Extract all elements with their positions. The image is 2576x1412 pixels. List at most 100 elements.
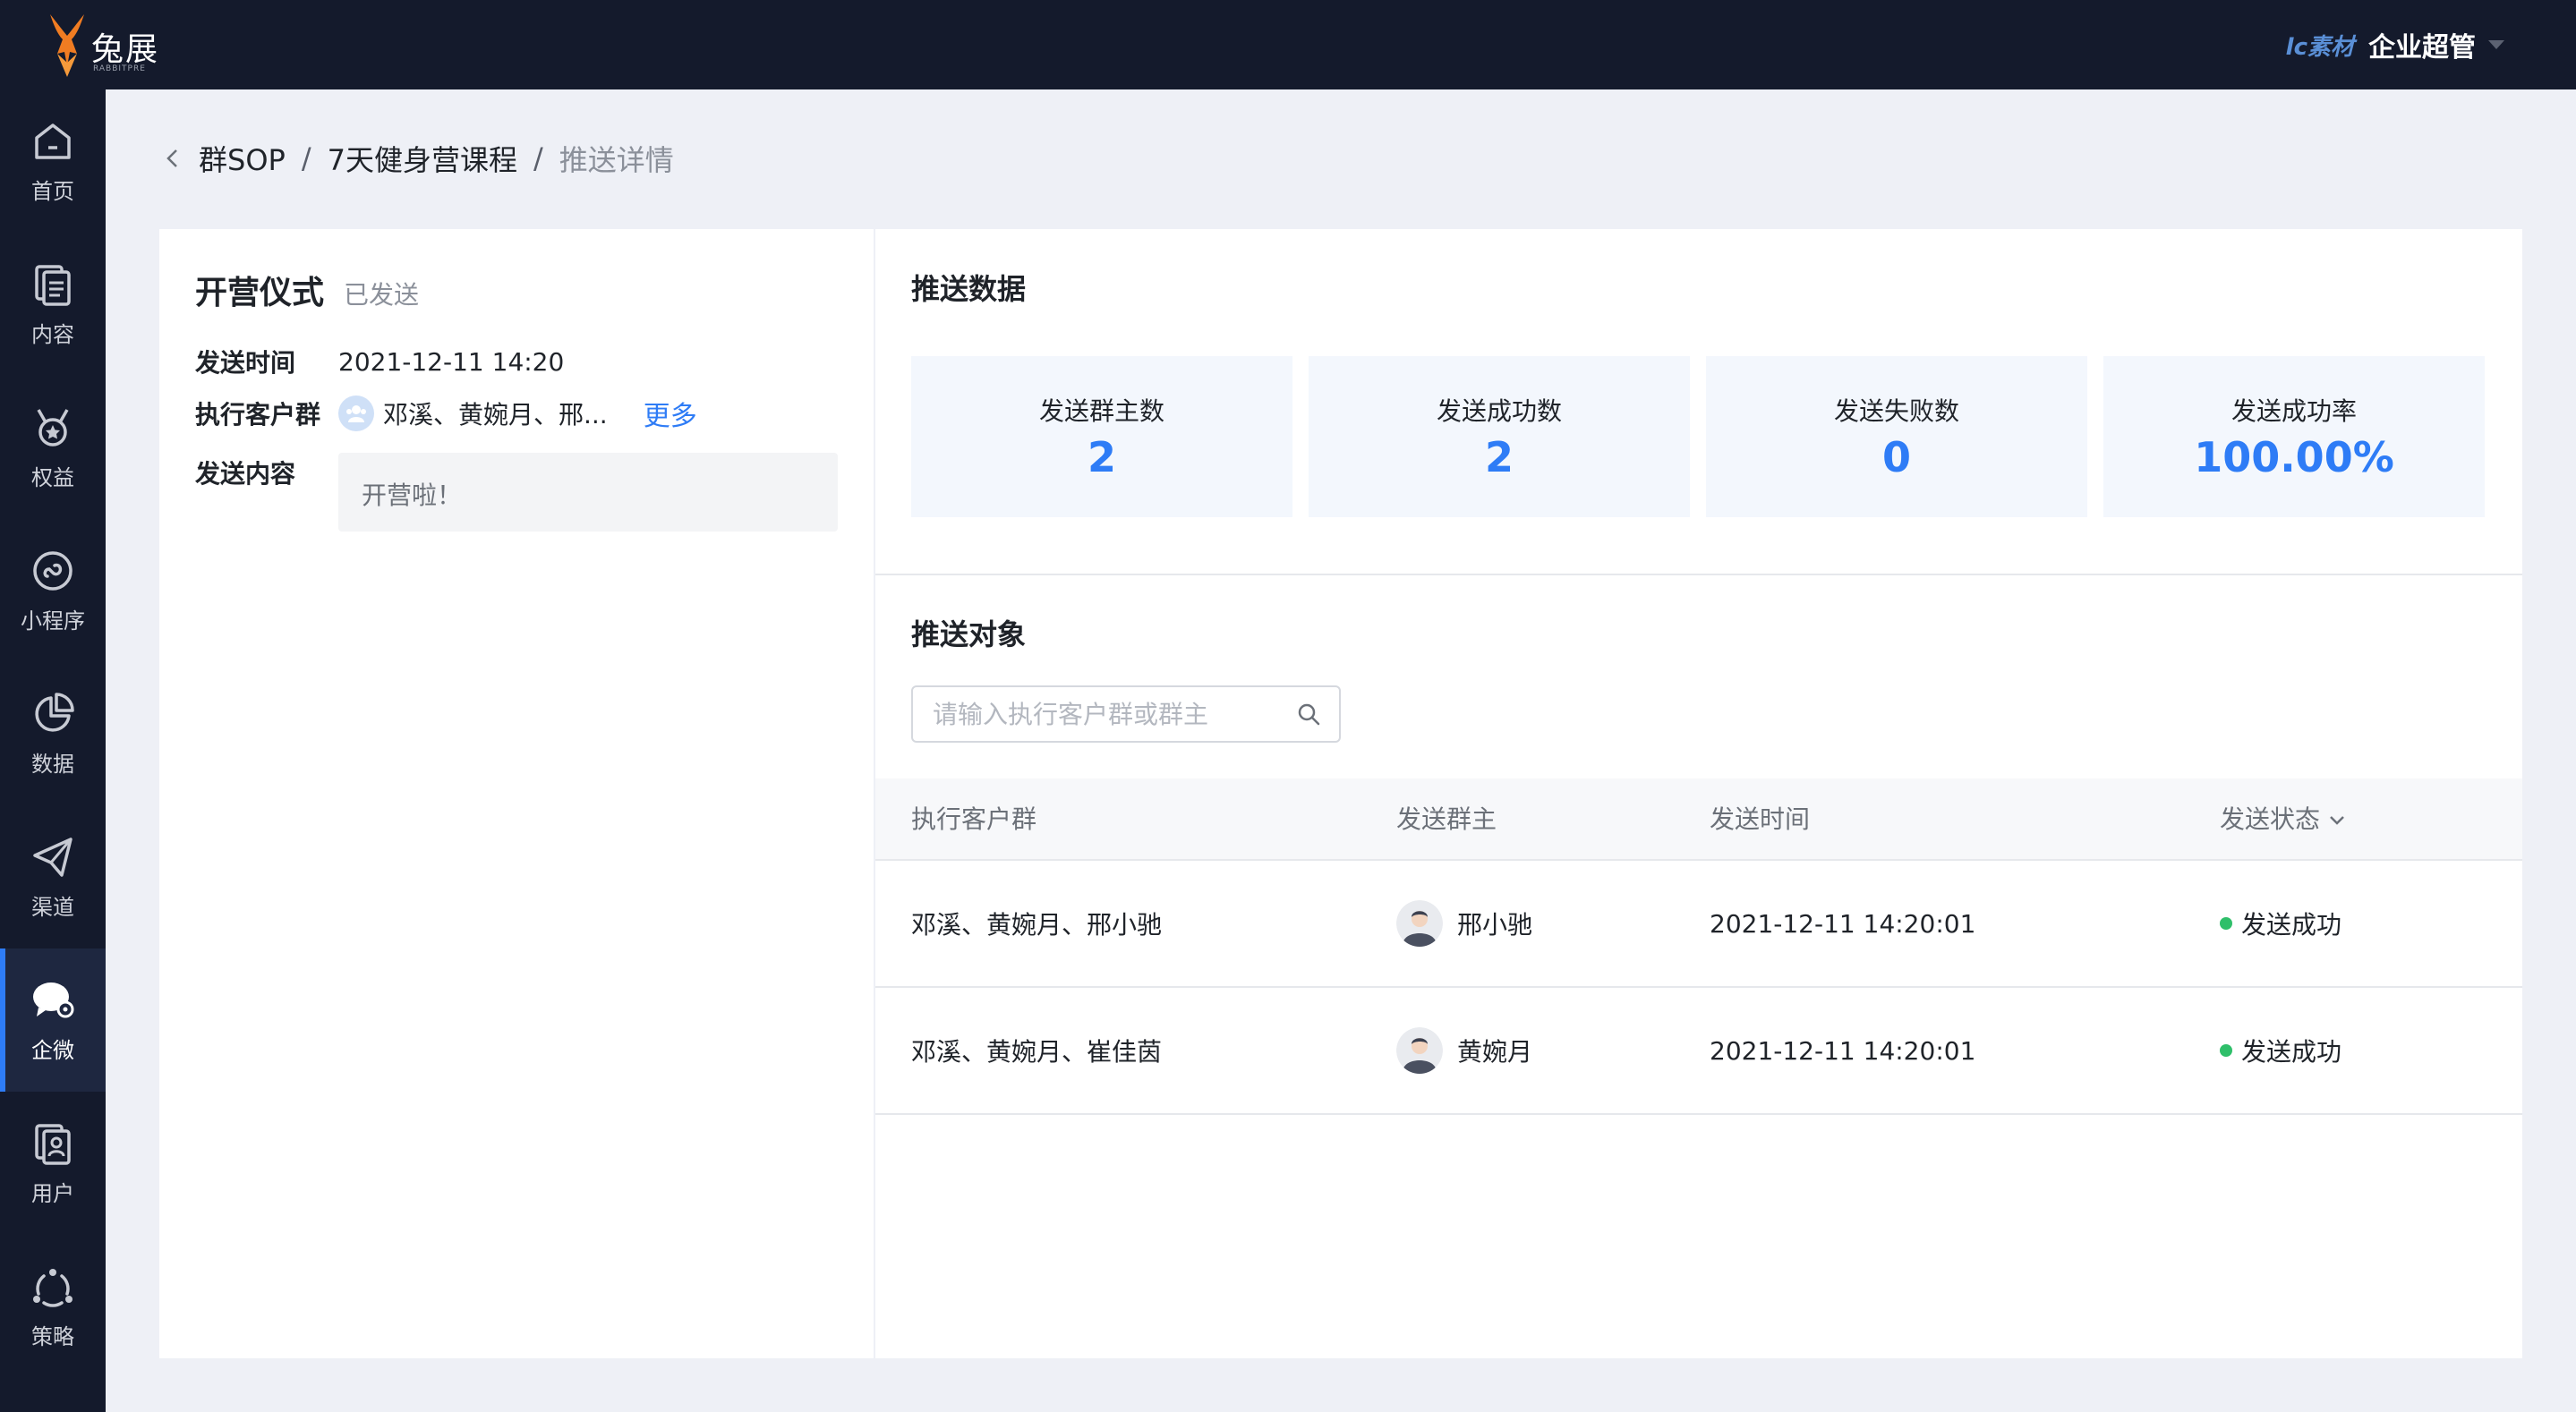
send-time-field: 发送时间 2021-12-11 14:20 bbox=[195, 344, 564, 379]
top-bar: 兔展 RABBITPRE lc素材 企业超管 bbox=[0, 0, 2576, 89]
send-time-label: 发送时间 bbox=[195, 348, 296, 378]
stat-value: 100.00% bbox=[2194, 433, 2394, 481]
sidebar-item-label: 权益 bbox=[31, 464, 74, 490]
chevron-left-icon[interactable] bbox=[159, 145, 186, 172]
breadcrumb-group-sop[interactable]: 群SOP bbox=[199, 138, 286, 179]
target-search[interactable] bbox=[911, 685, 1341, 743]
rabbit-logo-icon bbox=[50, 14, 84, 77]
user-card-icon bbox=[35, 1123, 71, 1165]
status-dot bbox=[2220, 917, 2232, 930]
breadcrumb-current: 推送详情 bbox=[559, 143, 674, 177]
sidebar-item-label: 用户 bbox=[31, 1180, 74, 1206]
chevron-down-icon[interactable] bbox=[2327, 811, 2347, 830]
column-header-owner: 发送群主 bbox=[1396, 804, 1497, 834]
groups-label: 执行客户群 bbox=[195, 400, 321, 430]
column-header-status-label: 发送状态 bbox=[2220, 804, 2321, 834]
sidebar-item-wecom[interactable]: 企微 bbox=[0, 948, 106, 1092]
sidebar-item-strategy[interactable]: 策略 bbox=[0, 1235, 106, 1378]
stat-value: 2 bbox=[1087, 433, 1116, 481]
account-menu[interactable]: lc素材 企业超管 bbox=[2286, 25, 2504, 64]
breadcrumb-separator: / bbox=[533, 141, 543, 175]
breadcrumb-separator: / bbox=[301, 141, 311, 175]
strategy-icon bbox=[33, 1268, 73, 1307]
send-time-value: 2021-12-11 14:20 bbox=[338, 346, 565, 377]
sidebar-item-label: 策略 bbox=[31, 1323, 74, 1349]
stat-success-count: 发送成功数 2 bbox=[1309, 356, 1690, 517]
sidebar-item-label: 渠道 bbox=[31, 894, 74, 920]
owner-name: 黄婉月 bbox=[1457, 1037, 1533, 1067]
chat-icon bbox=[33, 982, 74, 1017]
caret-down-icon[interactable] bbox=[2488, 40, 2504, 49]
stat-label: 发送成功数 bbox=[1436, 396, 1562, 426]
logo-subtext: RABBITPRE bbox=[93, 64, 146, 73]
column-header-groups: 执行客户群 bbox=[911, 804, 1037, 834]
app-logo[interactable]: 兔展 RABBITPRE bbox=[36, 9, 161, 81]
stat-value: 2 bbox=[1484, 433, 1514, 481]
sidebar-item-users[interactable]: 用户 bbox=[0, 1092, 106, 1235]
content-label: 发送内容 bbox=[195, 459, 296, 489]
search-input[interactable] bbox=[913, 687, 1280, 741]
cell-status: 发送成功 bbox=[2220, 988, 2341, 1113]
groups-field: 执行客户群 邓溪、黄婉月、邢... 更多 bbox=[195, 394, 697, 433]
stat-success-rate: 发送成功率 100.00% bbox=[2103, 356, 2485, 517]
table-row: 邓溪、黄婉月、邢小驰 邢小驰 2021-12-11 14:20:01 发送成功 bbox=[875, 861, 2522, 988]
sidebar-item-mini-program[interactable]: 小程序 bbox=[0, 519, 106, 662]
sidebar-item-channel[interactable]: 渠道 bbox=[0, 805, 106, 948]
sidebar-item-content[interactable]: 内容 bbox=[0, 233, 106, 376]
table-header: 执行客户群 发送群主 发送时间 发送状态 bbox=[875, 778, 2522, 861]
document-icon bbox=[35, 264, 71, 306]
status-text: 发送成功 bbox=[2241, 910, 2342, 940]
brand-tag: lc素材 bbox=[2285, 33, 2354, 61]
more-link[interactable]: 更多 bbox=[644, 394, 697, 433]
cell-status: 发送成功 bbox=[2220, 861, 2341, 986]
sidebar-item-label: 小程序 bbox=[21, 608, 85, 634]
status-dot bbox=[2220, 1044, 2232, 1057]
sop-status: 已发送 bbox=[344, 280, 420, 310]
groups-value: 邓溪、黄婉月、邢... bbox=[383, 400, 608, 430]
sidebar-item-label: 数据 bbox=[31, 751, 74, 777]
content-preview: 开营啦！ bbox=[338, 453, 838, 532]
sidebar-item-label: 内容 bbox=[31, 321, 74, 347]
stat-value: 0 bbox=[1881, 433, 1911, 481]
status-text: 发送成功 bbox=[2241, 1037, 2342, 1067]
avatar bbox=[1396, 1027, 1443, 1074]
sop-title-row: 开营仪式 已发送 bbox=[195, 267, 419, 313]
search-icon[interactable] bbox=[1296, 702, 1321, 727]
cell-owner: 黄婉月 bbox=[1396, 988, 1532, 1113]
sidebar-item-data[interactable]: 数据 bbox=[0, 662, 106, 805]
stat-owner-count: 发送群主数 2 bbox=[911, 356, 1292, 517]
cell-time: 2021-12-11 14:20:01 bbox=[1710, 908, 1976, 939]
mini-program-icon bbox=[33, 550, 73, 591]
stat-label: 发送成功率 bbox=[2231, 396, 2357, 426]
home-icon bbox=[35, 123, 71, 159]
column-header-status[interactable]: 发送状态 bbox=[2220, 778, 2347, 861]
cell-time: 2021-12-11 14:20:01 bbox=[1710, 1035, 1976, 1066]
push-data-title: 推送数据 bbox=[911, 272, 1027, 306]
cell-groups: 邓溪、黄婉月、崔佳茵 bbox=[911, 1037, 1163, 1067]
send-icon bbox=[33, 837, 73, 877]
sop-title: 开营仪式 bbox=[195, 275, 325, 311]
breadcrumb: 群SOP / 7天健身营课程 / 推送详情 bbox=[159, 136, 674, 181]
medal-icon bbox=[37, 408, 69, 447]
breadcrumb-course[interactable]: 7天健身营课程 bbox=[328, 138, 517, 179]
owner-name: 邢小驰 bbox=[1457, 910, 1533, 940]
sidebar-item-label: 首页 bbox=[31, 178, 74, 204]
sidebar-item-benefits[interactable]: 权益 bbox=[0, 376, 106, 519]
stat-label: 发送失败数 bbox=[1833, 396, 1959, 426]
sop-detail-card: 开营仪式 已发送 发送时间 2021-12-11 14:20 执行客户群 邓溪、… bbox=[159, 229, 874, 1358]
table-row: 邓溪、黄婉月、崔佳茵 黄婉月 2021-12-11 14:20:01 发送成功 bbox=[875, 988, 2522, 1115]
admin-name[interactable]: 企业超管 bbox=[2368, 25, 2476, 64]
logo-text: 兔展 bbox=[91, 31, 160, 68]
sidebar-item-label: 企微 bbox=[31, 1037, 74, 1063]
section-divider bbox=[875, 574, 2522, 575]
stat-label: 发送群主数 bbox=[1038, 396, 1164, 426]
cell-groups: 邓溪、黄婉月、邢小驰 bbox=[911, 910, 1163, 940]
stat-fail-count: 发送失败数 0 bbox=[1706, 356, 2087, 517]
column-header-time: 发送时间 bbox=[1710, 804, 1811, 834]
content-field: 发送内容 bbox=[195, 455, 338, 490]
cell-owner: 邢小驰 bbox=[1396, 861, 1532, 986]
sidebar: 首页 内容 权益 小程序 数据 渠道 企微 用户 策略 bbox=[0, 89, 106, 1412]
sidebar-item-home[interactable]: 首页 bbox=[0, 89, 106, 233]
push-card: 推送数据 发送群主数 2 发送成功数 2 发送失败数 0 发送成功率 100.0… bbox=[875, 229, 2522, 1358]
group-avatar-icon bbox=[338, 396, 374, 431]
